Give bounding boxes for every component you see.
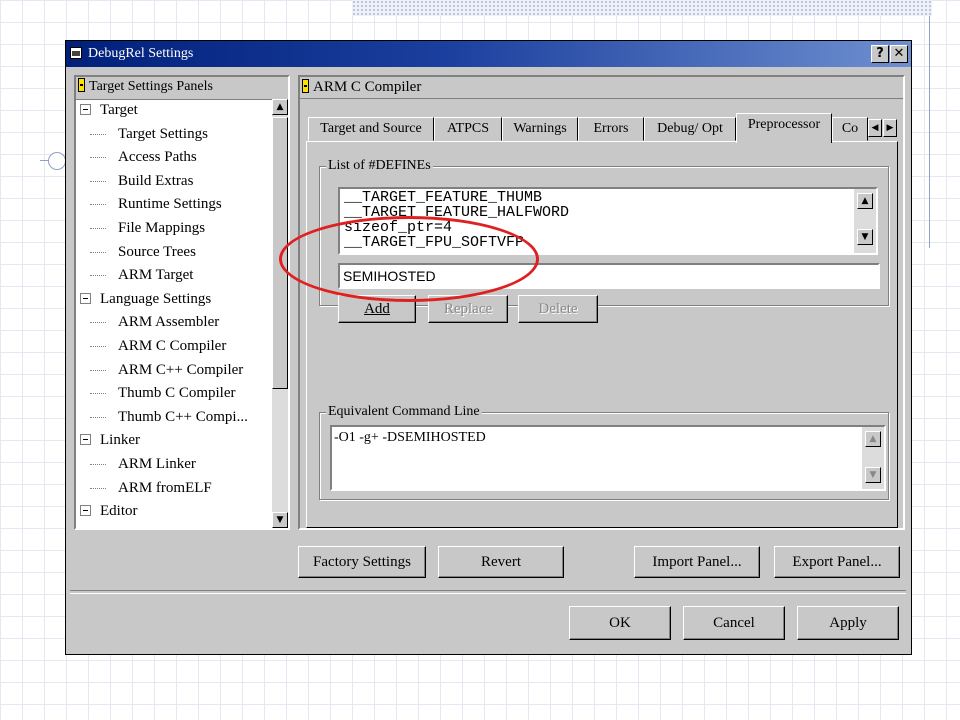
cancel-button[interactable]: Cancel [683,606,785,640]
panel-badge-icon [78,78,85,92]
tree-connector [90,416,106,418]
tree-connector [90,228,106,229]
scroll-thumb[interactable] [272,117,288,389]
tab-warnings[interactable]: Warnings [502,117,578,141]
tree-item-label: Build Extras [118,172,194,189]
tree-scrollbar[interactable]: ▲ ▼ [272,99,288,528]
tree-connector [90,204,106,206]
scroll-down-icon[interactable]: ▼ [865,467,881,483]
tree-connector [90,322,106,324]
define-input[interactable]: SEMIHOSTED [338,263,880,289]
tab-errors[interactable]: Errors [578,117,644,141]
collapse-icon[interactable] [80,434,91,446]
tree-item-label: ARM Assembler [118,314,220,331]
command-line-field[interactable]: -O1 -g+ -DSEMIHOSTED ▲ ▼ [330,425,886,491]
tree-item-label: ARM Linker [118,456,196,472]
list-item[interactable]: __TARGET_FEATURE_THUMB [344,190,542,205]
tree-item-label: Target Settings [118,125,208,142]
tree-item-label: Language Settings [100,290,212,307]
panel-badge-icon [302,79,309,93]
compiler-panel: ARM C Compiler Target and Source ATPCS W… [298,75,905,530]
tree-item-label: Runtime Settings [118,196,222,213]
tree-connector [90,346,106,347]
tree-item-label: Thumb C Compiler [118,385,236,402]
replace-button[interactable]: Replace [428,295,508,323]
tree-item-label: Thumb C++ Compi... [118,408,248,425]
scroll-up-icon[interactable]: ▲ [272,99,288,115]
delete-button[interactable]: Delete [518,295,598,323]
tree-connector [90,275,106,277]
command-line-text: -O1 -g+ -DSEMIHOSTED [334,430,486,445]
scroll-down-icon[interactable]: ▼ [857,229,873,245]
tree-item-label: ARM C++ Compiler [118,361,244,378]
tab-co[interactable]: Co [832,117,868,141]
slide-decoration-line [929,16,930,248]
export-panel-button[interactable]: Export Panel... [774,546,900,578]
command-line-group: Equivalent Command Line -O1 -g+ -DSEMIHO… [319,403,889,500]
scroll-up-icon[interactable]: ▲ [857,193,873,209]
factory-settings-button[interactable]: Factory Settings [298,546,426,578]
settings-tree: Target Settings Panels Target Target Sett… [74,75,290,530]
help-button[interactable]: ? [871,45,889,63]
tab-scroll-right-icon[interactable]: ▶ [883,119,897,137]
command-line-legend: Equivalent Command Line [326,403,482,421]
tree-item-label: ARM C Compiler [118,338,227,354]
tree-connector [90,251,106,253]
tab-scroll-left-icon[interactable]: ◀ [868,119,882,137]
tree-connector [90,464,106,465]
tab-target-and-source[interactable]: Target and Source [308,117,434,141]
command-line-scrollbar[interactable]: ▲ ▼ [862,427,884,489]
collapse-icon[interactable] [80,505,91,517]
collapse-icon[interactable] [80,104,91,115]
tab-atpcs[interactable]: ATPCS [434,117,502,141]
tree-item-label: ARM fromELF [118,479,212,496]
defines-legend: List of #DEFINEs [326,157,433,175]
tree-connector [90,133,106,135]
tree-header-label: Target Settings Panels [89,79,213,94]
tree-header: Target Settings Panels [76,77,288,100]
apply-button[interactable]: Apply [797,606,899,640]
window-title: DebugRel Settings [88,46,194,61]
settings-dialog: DebugRel Settings ? ✕ Target Settings Pa… [65,40,912,655]
tab-debug-opt[interactable]: Debug/ Opt [644,117,736,141]
slide-decoration-circle [48,152,66,170]
tree-item-label: ARM Target [118,267,194,284]
tree-item-label: Editor [100,503,138,520]
defines-group: List of #DEFINEs __TARGET_FEATURE_THUMB … [319,157,889,323]
scroll-up-icon[interactable]: ▲ [865,431,881,447]
list-item[interactable]: __TARGET_FPU_SOFTVFP [344,235,524,250]
ok-button[interactable]: OK [569,606,671,640]
tree-item-label: File Mappings [118,220,206,236]
tree-item-label: Linker [100,432,140,449]
defines-list[interactable]: __TARGET_FEATURE_THUMB __TARGET_FEATURE_… [338,187,878,255]
panel-title: ARM C Compiler [300,77,903,99]
import-panel-button[interactable]: Import Panel... [634,546,760,578]
tab-preprocessor[interactable]: Preprocessor [736,113,832,143]
preprocessor-page: List of #DEFINEs __TARGET_FEATURE_THUMB … [306,141,898,528]
add-button[interactable]: Add [338,295,416,323]
defines-scrollbar[interactable]: ▲ ▼ [854,189,876,253]
tree-connector [90,369,106,371]
revert-button[interactable]: Revert [438,546,564,578]
tree-connector [90,157,106,159]
scroll-down-icon[interactable]: ▼ [272,512,288,528]
app-icon [70,47,82,59]
footer-divider [70,590,906,594]
tree-item-label: Access Paths [118,149,197,166]
title-bar[interactable]: DebugRel Settings ? ✕ [66,41,911,67]
list-item[interactable]: __TARGET_FEATURE_HALFWORD [344,205,569,220]
tree-connector [90,487,106,489]
tree-connector [90,393,106,395]
slide-decoration-bar [352,0,932,16]
collapse-icon[interactable] [80,292,91,304]
panel-title-label: ARM C Compiler [313,79,422,95]
tree-item-label: Target [100,102,138,118]
tree-connector [90,180,106,182]
close-button[interactable]: ✕ [890,45,908,63]
list-item[interactable]: sizeof_ptr=4 [344,220,452,235]
tree-item-label: Source Trees [118,243,196,260]
